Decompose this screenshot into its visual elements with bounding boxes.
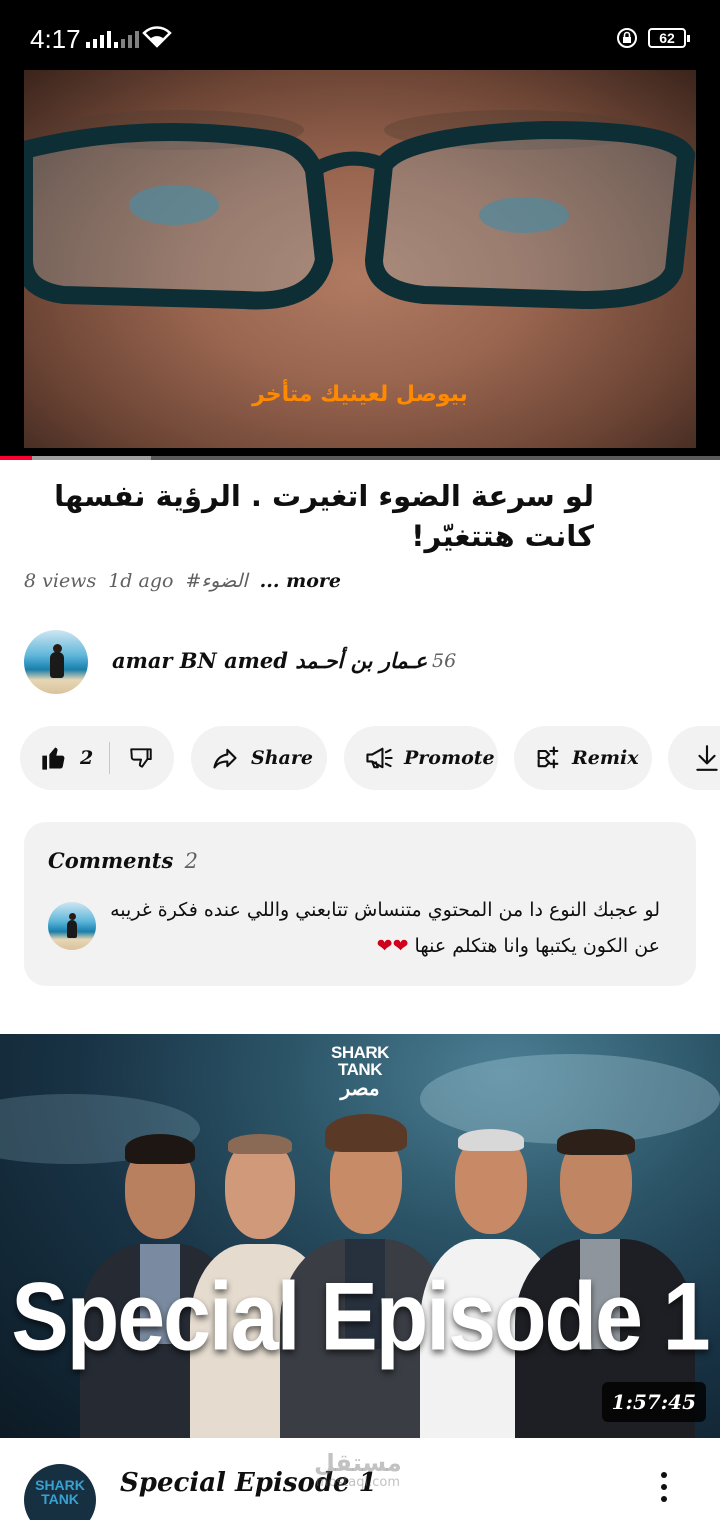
action-bar: 2 Share Promote Remix [20,726,720,790]
wifi-icon [142,26,172,48]
promote-label: Promote [404,747,495,769]
heart-emojis: ❤❤ [376,935,409,957]
duration-badge: 1:57:45 [601,1382,706,1422]
next-video-thumbnail[interactable]: SHARK TANK مصر Special Episode 1 1:57:45 [0,1034,720,1438]
progress-bar[interactable] [0,456,720,460]
comments-label: Comments [48,848,174,873]
view-count: 8 views [24,570,97,592]
top-comment[interactable]: لو عجبك النوع دا من المحتوي متنساش تتابع… [110,892,660,964]
progress-played [0,456,32,460]
video-meta[interactable]: 8 views 1d ago #الضوء ... more [24,570,341,592]
remix-icon [537,746,559,769]
video-title[interactable]: لو سرعة الضوء اتغيرت . الرؤية نفسها كانت… [24,476,594,556]
video-subtitle: بيوصل لعينيك متأخر [252,382,468,407]
upload-age: 1d ago [108,570,174,592]
hashtag-link[interactable]: #الضوء [185,570,247,592]
video-player[interactable]: بيوصل لعينيك متأخر [0,70,720,460]
video-frame[interactable]: بيوصل لعينيك متأخر [24,70,696,448]
dislike-icon[interactable] [128,745,154,771]
next-video-info[interactable]: SHARK TANK Special Episode 1 مستقل mosta… [0,1438,720,1520]
download-button[interactable] [668,726,720,790]
battery-level: 62 [659,30,675,46]
megaphone-icon [366,747,393,769]
channel-row[interactable]: amar BN amed عـمار بن أحـمد 56 [24,630,696,694]
like-dislike-chip: 2 [20,726,174,790]
remix-button[interactable]: Remix [514,726,652,790]
battery-icon: 62 [648,28,690,48]
watermark-arabic: مستقل [314,1449,402,1477]
like-icon[interactable] [40,744,68,772]
watermark: مستقل mostaql.com [314,1450,402,1490]
download-icon [696,745,718,771]
channel-avatar[interactable] [24,630,88,694]
glasses-illustration [24,120,696,310]
status-bar: 4:17 62 [0,0,720,70]
share-label: Share [251,747,313,769]
signal-icon [86,30,111,48]
shark-tank-logo: SHARK TANK مصر [320,1044,400,1100]
comments-card[interactable]: Comments 2 لو عجبك النوع دا من المحتوي م… [24,822,696,986]
avatar-decoration [67,920,77,938]
like-count[interactable]: 2 [80,747,93,769]
logo-line: مصر [340,1078,380,1100]
comments-count: 2 [184,849,199,873]
channel-name[interactable]: amar BN amed عـمار بن أحـمد [112,648,427,673]
logo-line: TANK [338,1060,382,1079]
watermark-latin: mostaql.com [315,1475,400,1490]
avatar-decoration [50,652,64,678]
lock-rotation-icon [617,28,637,48]
subscriber-count: 56 [432,650,457,672]
thumbnail-title: Special Episode 1 [11,1263,710,1371]
logo-line: SHARK [331,1043,389,1062]
more-options-icon[interactable] [652,1472,676,1508]
next-channel-avatar[interactable]: SHARK TANK [24,1464,96,1520]
status-time: 4:17 [30,24,81,54]
share-button[interactable]: Share [191,726,327,790]
share-icon [213,748,237,769]
promote-button[interactable]: Promote [344,726,498,790]
avatar-decoration [69,913,76,920]
more-link[interactable]: ... more [260,570,341,592]
comments-header: Comments 2 [48,848,198,873]
commenter-avatar[interactable] [48,902,96,950]
signal-icon [114,30,139,48]
like-divider [109,742,111,774]
remix-label: Remix [572,747,639,769]
